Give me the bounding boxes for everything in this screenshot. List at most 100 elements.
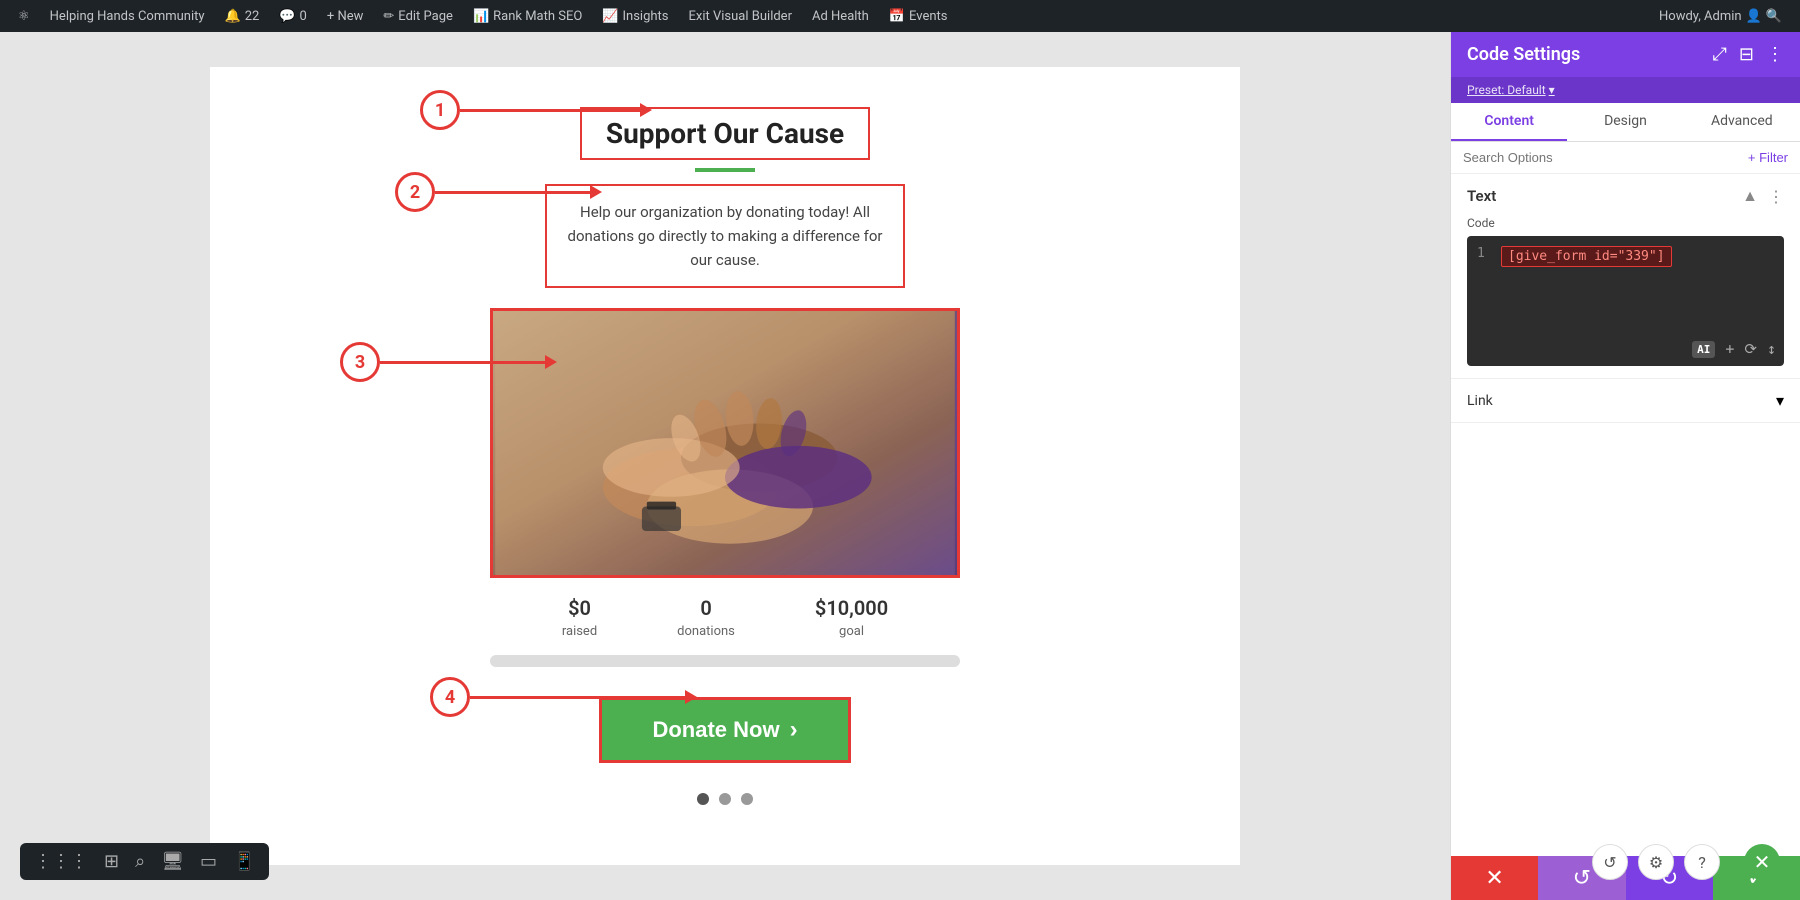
tab-advanced[interactable]: Advanced [1684,103,1800,141]
collapse-icon[interactable]: ▲ [1742,186,1758,206]
admin-bar: ⚛ Helping Hands Community 🔔 22 💬 0 + New… [0,0,1800,32]
annotation-1: 1 [420,90,652,130]
code-editor[interactable]: 1 [give_form id="339"] AI + ⟳ ↕ [1467,236,1784,366]
toolbar-search-icon[interactable]: ⌕ [135,851,145,872]
close-button[interactable]: ✕ [1744,844,1780,880]
tab-design[interactable]: Design [1567,103,1683,141]
annotation-circle-1: 1 [420,90,460,130]
annotation-arrow-4 [685,690,697,704]
bottom-right-tools: ↺ ⚙ ? [1592,844,1720,880]
section-more-icon[interactable]: ⋮ [1768,187,1784,206]
annotation-line-4 [470,696,685,699]
annotation-4: 4 [430,677,697,717]
code-editor-toolbar: AI + ⟳ ↕ [1692,340,1776,358]
stat-goal: $10,000 goal [815,596,888,639]
insights-icon: 📈 [602,9,618,24]
stat-donations: 0 donations [677,596,735,639]
code-line-number: 1 [1477,246,1493,267]
search-icon: 🔍 [1766,9,1782,24]
canvas-area: 1 2 3 4 [0,32,1450,900]
annotation-3: 3 [340,342,557,382]
columns-icon[interactable]: ⊟ [1739,44,1754,65]
adminbar-events[interactable]: 📅 Events [879,0,958,32]
annotation-circle-3: 3 [340,342,380,382]
annotation-line-2 [435,191,590,194]
help-tool-button[interactable]: ? [1684,844,1720,880]
code-snippet[interactable]: [give_form id="339"] [1501,246,1672,267]
adminbar-ad-health[interactable]: Ad Health [802,0,879,32]
cancel-button[interactable]: ✕ [1451,856,1538,900]
annotation-line-3 [380,361,545,364]
stats-row: $0 raised 0 donations $10,000 goal [562,596,888,639]
adminbar-site-name[interactable]: Helping Hands Community [40,0,215,32]
search-options-row: + Filter [1451,142,1800,174]
panel-tabs: Content Design Advanced [1451,103,1800,142]
tab-content[interactable]: Content [1451,103,1567,141]
text-section-controls: ▲ ⋮ [1742,186,1784,206]
right-panel: Code Settings ⤢ ⊟ ⋮ Preset: Default ▾ Co… [1450,32,1800,900]
chevron-right-icon: › [790,716,798,744]
text-section: Text ▲ ⋮ Code 1 [give_form id="339"] AI … [1451,174,1800,379]
link-section[interactable]: Link ▾ [1451,379,1800,423]
comments-icon: 💬 [279,9,295,24]
main-layout: 1 2 3 4 [0,32,1800,900]
text-section-title: Text [1467,187,1496,205]
toolbar-grid-icon[interactable]: ⊞ [104,851,119,872]
reset-code-icon[interactable]: ⟳ [1744,340,1757,358]
adminbar-exit-builder[interactable]: Exit Visual Builder [679,0,802,32]
events-icon: 📅 [889,9,905,24]
adminbar-comments[interactable]: 💬 0 [269,0,317,32]
expand-icon[interactable]: ⤢ [1713,44,1727,65]
code-line-1: 1 [give_form id="339"] [1477,246,1774,267]
toolbar-desktop-icon[interactable]: 🖥 [161,851,184,872]
adminbar-edit-page[interactable]: ✏ Edit Page [373,0,463,32]
progress-bar-container [490,655,960,667]
annotation-arrow-2 [590,185,602,199]
adminbar-updates[interactable]: 🔔 22 [215,0,270,32]
ai-button[interactable]: AI [1692,341,1715,358]
annotation-line-1 [460,109,640,112]
filter-button[interactable]: + Filter [1748,150,1788,165]
user-avatar-icon: 👤 [1746,9,1762,24]
toolbar-settings-icon[interactable]: ⋮⋮⋮ [34,851,88,872]
sort-code-icon[interactable]: ↕ [1767,340,1776,358]
pagination-dot-1[interactable] [697,793,709,805]
rank-math-icon: 📊 [473,9,489,24]
adminbar-insights[interactable]: 📈 Insights [592,0,678,32]
hands-illustration [493,311,957,575]
panel-header-icons: ⤢ ⊟ ⋮ [1713,44,1785,65]
annotation-2: 2 [395,172,602,212]
toolbar-mobile-icon[interactable]: 📱 [233,851,255,872]
preset-dropdown-icon[interactable]: ▾ [1549,83,1555,97]
adminbar-user[interactable]: Howdy, Admin 👤 🔍 [1649,9,1792,24]
updates-icon: 🔔 [225,9,241,24]
code-label: Code [1467,216,1784,230]
refresh-tool-button[interactable]: ↺ [1592,844,1628,880]
toolbar-tablet-icon[interactable]: ▭ [200,851,217,872]
link-chevron-icon[interactable]: ▾ [1776,391,1784,410]
settings-tool-button[interactable]: ⚙ [1638,844,1674,880]
title-underline [695,168,755,172]
adminbar-wordpress[interactable]: ⚛ [8,0,40,32]
search-options-input[interactable] [1463,150,1740,165]
annotation-arrow-1 [640,103,652,117]
page-slide: Support Our Cause Help our organization … [210,67,1240,865]
text-section-header: Text ▲ ⋮ [1467,186,1784,206]
adminbar-new[interactable]: + New [317,0,374,32]
annotation-circle-4: 4 [430,677,470,717]
panel-title: Code Settings [1467,44,1580,65]
annotation-circle-2: 2 [395,172,435,212]
link-label: Link [1467,393,1493,409]
edit-icon: ✏ [383,9,394,24]
bottom-toolbar: ⋮⋮⋮ ⊞ ⌕ 🖥 ▭ 📱 [20,843,269,880]
pagination-dots [697,793,753,805]
pagination-dot-2[interactable] [719,793,731,805]
pagination-dot-3[interactable] [741,793,753,805]
more-options-icon[interactable]: ⋮ [1766,44,1784,65]
panel-preset-row: Preset: Default ▾ [1451,77,1800,103]
add-code-icon[interactable]: + [1725,340,1734,358]
panel-header: Code Settings ⤢ ⊟ ⋮ [1451,32,1800,77]
adminbar-rank-math[interactable]: 📊 Rank Math SEO [463,0,592,32]
annotation-arrow-3 [545,355,557,369]
donate-image [490,308,960,578]
